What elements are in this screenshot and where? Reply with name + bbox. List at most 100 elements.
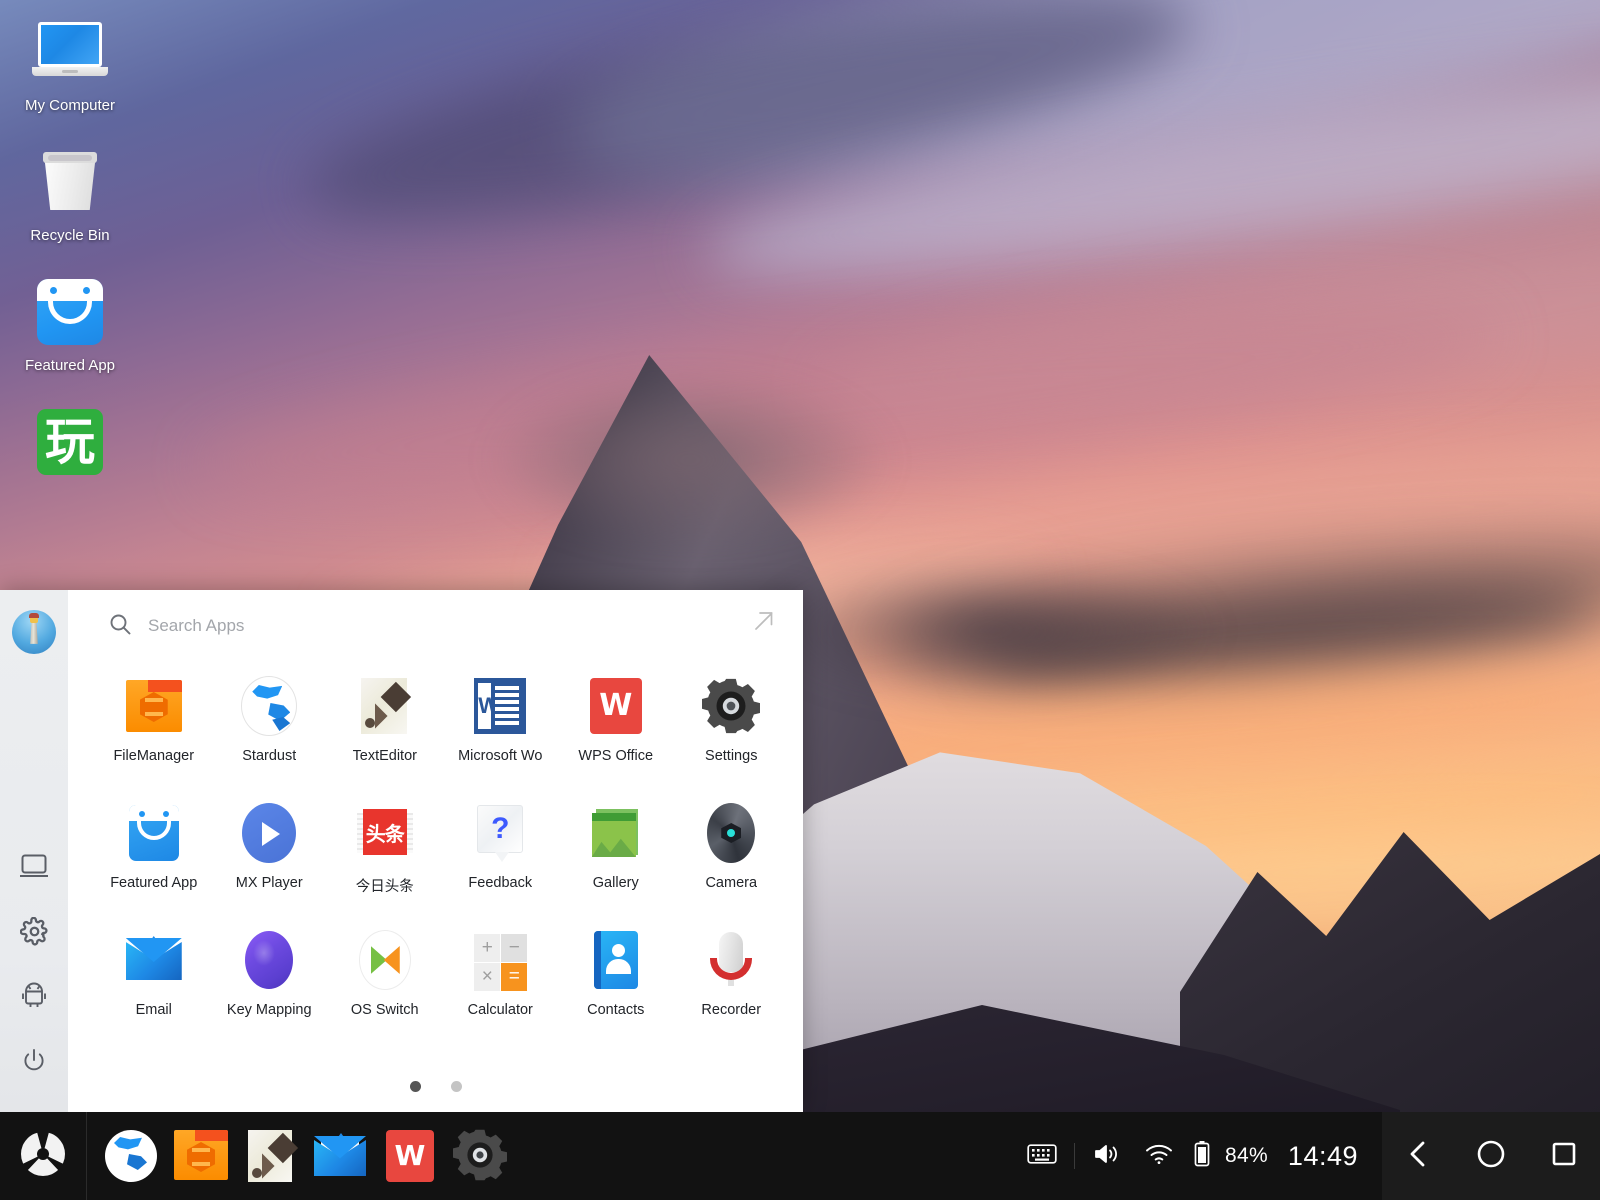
sidebar-item-desktop[interactable] <box>0 835 68 897</box>
microsoft-word-icon: W <box>468 674 532 738</box>
app-item-stardust[interactable]: Stardust <box>212 664 328 791</box>
app-item-feedback[interactable]: ? Feedback <box>443 791 559 918</box>
app-item-toutiao[interactable]: 头条 今日头条 <box>327 791 443 918</box>
taskbar-item-settings[interactable] <box>453 1128 509 1184</box>
taskbar-item-file-manager[interactable] <box>173 1128 229 1184</box>
desktop-icon-label: Featured App <box>24 357 116 374</box>
app-grid: FileManager Stardust TextEditor W Micros… <box>96 664 789 1045</box>
app-item-microsoft-word[interactable]: W Microsoft Wo <box>443 664 559 791</box>
nav-home-button[interactable] <box>1461 1112 1521 1200</box>
app-label: Calculator <box>467 1002 533 1018</box>
wifi-button[interactable] <box>1133 1112 1185 1200</box>
app-item-camera[interactable]: Camera <box>674 791 790 918</box>
page-indicator <box>68 1081 803 1092</box>
app-item-filemanager[interactable]: FileManager <box>96 664 212 791</box>
keyboard-button[interactable] <box>1016 1112 1068 1200</box>
avatar[interactable] <box>12 610 56 654</box>
app-item-calculator[interactable]: + − × = Calculator <box>443 918 559 1045</box>
taskbar-item-text-editor[interactable] <box>243 1128 299 1184</box>
desktop-icon-label: Recycle Bin <box>30 227 110 244</box>
nav-back-button[interactable] <box>1388 1112 1448 1200</box>
app-label: Key Mapping <box>226 1002 312 1018</box>
featured-app-icon <box>122 801 186 865</box>
app-store-icon <box>32 274 108 350</box>
app-label: Microsoft Wo <box>458 748 543 764</box>
search-input[interactable] <box>148 616 488 636</box>
app-label: Recorder <box>701 1002 762 1018</box>
app-label: Featured App <box>110 875 198 891</box>
nav-recents-button[interactable] <box>1534 1112 1594 1200</box>
app-item-featured-app[interactable]: Featured App <box>96 791 212 918</box>
app-label: TextEditor <box>352 748 417 764</box>
app-label: Stardust <box>242 748 297 764</box>
app-label: Settings <box>705 748 758 764</box>
battery-percent: 84% <box>1224 1144 1268 1167</box>
app-item-mx-player[interactable]: MX Player <box>212 791 328 918</box>
taskbar: W 84% 14:49 <box>0 1112 1600 1200</box>
desktop-icon-my-computer[interactable]: My Computer <box>0 0 140 114</box>
toutiao-icon: 头条 <box>353 801 417 865</box>
app-label: WPS Office <box>578 748 654 764</box>
phoenix-os-logo <box>17 1128 69 1185</box>
sidebar-item-android[interactable] <box>0 965 68 1027</box>
file-manager-icon <box>122 674 186 738</box>
globe-icon <box>105 1130 157 1182</box>
fog-layer <box>480 370 900 550</box>
sidebar-item-settings[interactable] <box>0 900 68 962</box>
app-item-key-mapping[interactable]: Key Mapping <box>212 918 328 1045</box>
launcher-sidebar <box>0 590 68 1112</box>
calculator-icon: + − × = <box>468 928 532 992</box>
desktop-icon-recycle-bin[interactable]: Recycle Bin <box>0 114 140 244</box>
battery-button[interactable] <box>1185 1112 1219 1200</box>
keyboard-icon <box>1027 1143 1057 1170</box>
key-mapping-icon <box>237 928 301 992</box>
volume-button[interactable] <box>1081 1112 1133 1200</box>
taskbar-pinned-apps: W <box>87 1128 509 1184</box>
email-icon <box>122 928 186 992</box>
taskbar-item-email[interactable] <box>313 1128 369 1184</box>
app-label: Email <box>135 1002 172 1018</box>
app-item-gallery[interactable]: Gallery <box>558 791 674 918</box>
app-launcher-panel: FileManager Stardust TextEditor W Micros… <box>0 590 803 1112</box>
chinese-game-app-icon: 玩 <box>32 404 108 480</box>
page-dot-1[interactable] <box>409 1081 421 1092</box>
system-tray: 84% 14:49 <box>1016 1112 1382 1200</box>
recorder-icon <box>699 928 763 992</box>
tray-divider <box>1073 1143 1075 1169</box>
back-chevron-icon <box>1405 1139 1431 1174</box>
android-navbar <box>1382 1112 1600 1200</box>
app-label: FileManager <box>113 748 195 764</box>
chinese-app-glyph: 玩 <box>37 409 103 475</box>
app-item-recorder[interactable]: Recorder <box>674 918 790 1045</box>
app-label: Feedback <box>468 875 533 891</box>
monitor-icon <box>19 853 49 879</box>
page-dot-2[interactable] <box>450 1081 462 1092</box>
contacts-icon <box>584 928 648 992</box>
power-icon <box>20 1047 48 1075</box>
search-icon <box>108 612 132 641</box>
expand-launcher-button[interactable] <box>747 606 781 640</box>
fog-layer <box>760 560 1220 700</box>
app-item-os-switch[interactable]: OS Switch <box>327 918 443 1045</box>
desktop-icon-chinese-app[interactable]: 玩 <box>0 374 140 480</box>
volume-icon <box>1093 1142 1120 1171</box>
clock[interactable]: 14:49 <box>1288 1141 1358 1172</box>
taskbar-item-wps-office[interactable]: W <box>383 1128 439 1184</box>
app-label: Gallery <box>592 875 639 891</box>
sidebar-item-power[interactable] <box>0 1030 68 1092</box>
app-label: OS Switch <box>350 1002 419 1018</box>
app-item-email[interactable]: Email <box>96 918 212 1045</box>
app-item-wps-office[interactable]: W WPS Office <box>558 664 674 791</box>
start-button[interactable] <box>0 1112 86 1200</box>
battery-icon <box>1193 1140 1211 1173</box>
gallery-icon <box>584 801 648 865</box>
recents-square-icon <box>1549 1139 1579 1174</box>
desktop-icon-label: My Computer <box>24 97 116 114</box>
feedback-icon: ? <box>468 801 532 865</box>
app-item-settings[interactable]: Settings <box>674 664 790 791</box>
app-item-contacts[interactable]: Contacts <box>558 918 674 1045</box>
taskbar-item-stardust[interactable] <box>103 1128 159 1184</box>
search-row <box>68 590 803 662</box>
app-item-texteditor[interactable]: TextEditor <box>327 664 443 791</box>
desktop-icon-featured-app[interactable]: Featured App <box>0 244 140 374</box>
